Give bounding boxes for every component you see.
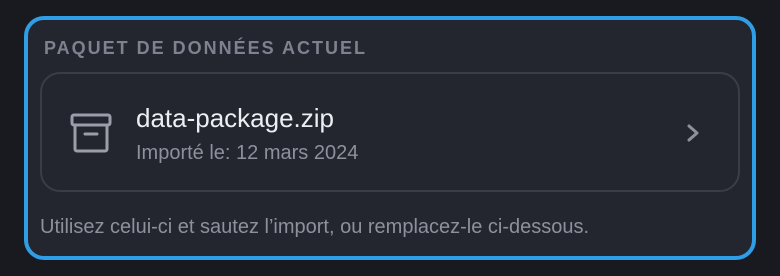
archive-icon	[70, 113, 112, 153]
chevron-right-icon[interactable]	[686, 124, 700, 142]
page: PAQUET DE DONNÉES ACTUEL data-package.zi…	[0, 0, 780, 276]
section-title: PAQUET DE DONNÉES ACTUEL	[44, 38, 368, 58]
helper-text: Utilisez celui-ci et sautez l’import, ou…	[40, 216, 590, 238]
current-data-package-section: PAQUET DE DONNÉES ACTUEL data-package.zi…	[24, 16, 756, 260]
file-name: data-package.zip	[136, 103, 335, 133]
current-package-card[interactable]: data-package.zip Importé le: 12 mars 202…	[40, 72, 740, 192]
import-date: Importé le: 12 mars 2024	[136, 142, 359, 164]
